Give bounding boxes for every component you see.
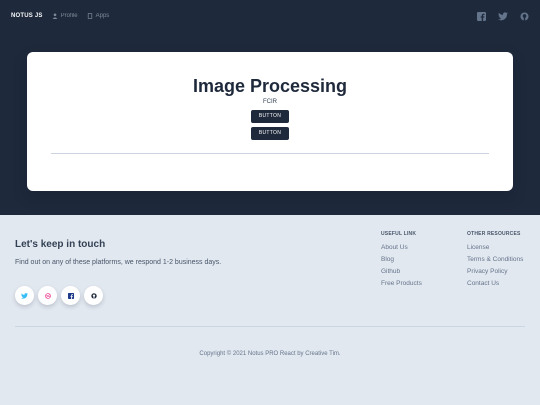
- card-divider: [51, 153, 489, 154]
- nav-link-apps[interactable]: Apps: [87, 13, 110, 19]
- secondary-button[interactable]: BUTTON: [251, 127, 289, 140]
- footer-link-blog[interactable]: Blog: [381, 256, 422, 263]
- twitter-button[interactable]: [15, 286, 34, 305]
- brand-logo[interactable]: NOTUS JS: [11, 13, 43, 19]
- footer-link-terms[interactable]: Terms & Conditions: [467, 256, 523, 263]
- facebook-icon: [67, 292, 74, 299]
- github-icon[interactable]: [520, 11, 529, 21]
- page-title: Image Processing: [192, 76, 348, 96]
- footer-link-free-products[interactable]: Free Products: [381, 280, 422, 287]
- primary-button[interactable]: BUTTON: [251, 110, 289, 123]
- file-icon: [87, 13, 92, 19]
- footer-link-privacy[interactable]: Privacy Policy: [467, 268, 523, 275]
- useful-links-heading: Useful Link: [381, 231, 417, 237]
- github-button[interactable]: [84, 286, 103, 305]
- footer-text: Find out on any of these platforms, we r…: [15, 259, 222, 266]
- nav-link-profile[interactable]: Profile: [52, 13, 78, 19]
- dribbble-icon: [44, 292, 51, 299]
- facebook-button[interactable]: [61, 286, 80, 305]
- facebook-icon[interactable]: [477, 11, 486, 21]
- dribbble-button[interactable]: [38, 286, 57, 305]
- footer-title: Let's keep in touch: [15, 239, 106, 250]
- navbar: NOTUS JS Profile Apps: [0, 0, 540, 32]
- twitter-icon[interactable]: [498, 11, 508, 21]
- footer-link-contact[interactable]: Contact Us: [467, 280, 523, 287]
- twitter-icon: [21, 292, 28, 299]
- github-icon: [90, 292, 97, 299]
- footer-link-license[interactable]: License: [467, 244, 523, 251]
- page-subtitle: FCIR: [263, 99, 277, 105]
- footer-link-about-us[interactable]: About Us: [381, 244, 422, 251]
- nav-link-label: Apps: [95, 13, 110, 19]
- user-icon: [52, 13, 58, 19]
- main-card: Image Processing FCIR BUTTON BUTTON: [27, 52, 513, 191]
- other-resources-heading: Other Resources: [467, 231, 521, 237]
- footer-social-buttons: [15, 286, 107, 305]
- footer-divider: [15, 326, 525, 327]
- other-resources: Other Resources License Terms & Conditio…: [467, 231, 523, 292]
- footer-link-github[interactable]: Github: [381, 268, 422, 275]
- useful-links: Useful Link About Us Blog Github Free Pr…: [381, 231, 422, 292]
- copyright-text: Copyright © 2021 Notus PRO React by Crea…: [199, 351, 341, 357]
- nav-social-links: [465, 11, 529, 21]
- nav-link-label: Profile: [60, 13, 78, 19]
